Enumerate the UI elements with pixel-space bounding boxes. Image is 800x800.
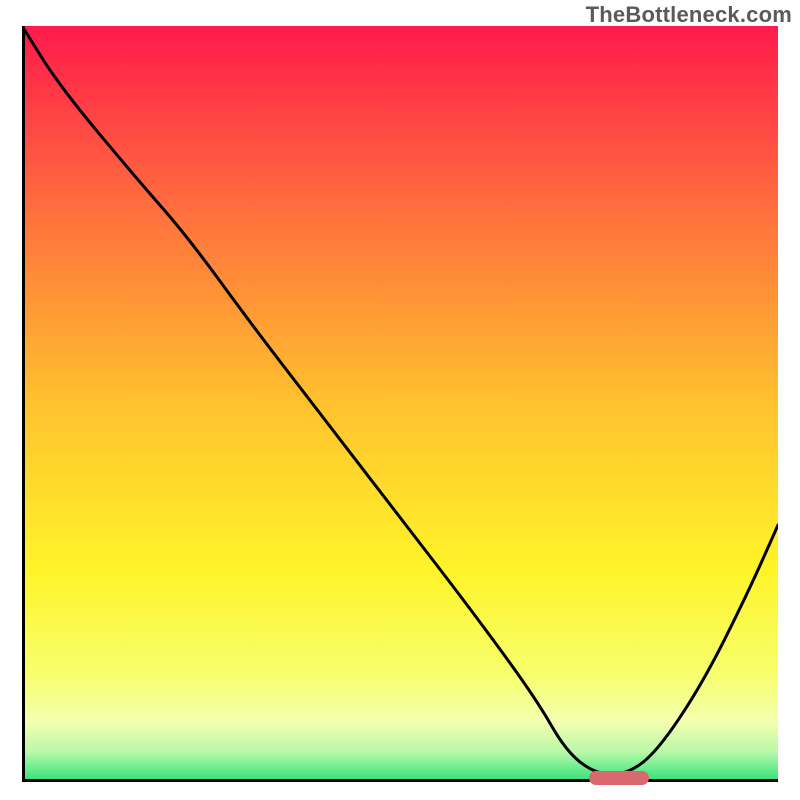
axes-frame <box>22 26 778 782</box>
watermark-text: TheBottleneck.com <box>586 2 792 28</box>
optimum-marker <box>589 771 649 785</box>
chart-canvas: TheBottleneck.com <box>0 0 800 800</box>
